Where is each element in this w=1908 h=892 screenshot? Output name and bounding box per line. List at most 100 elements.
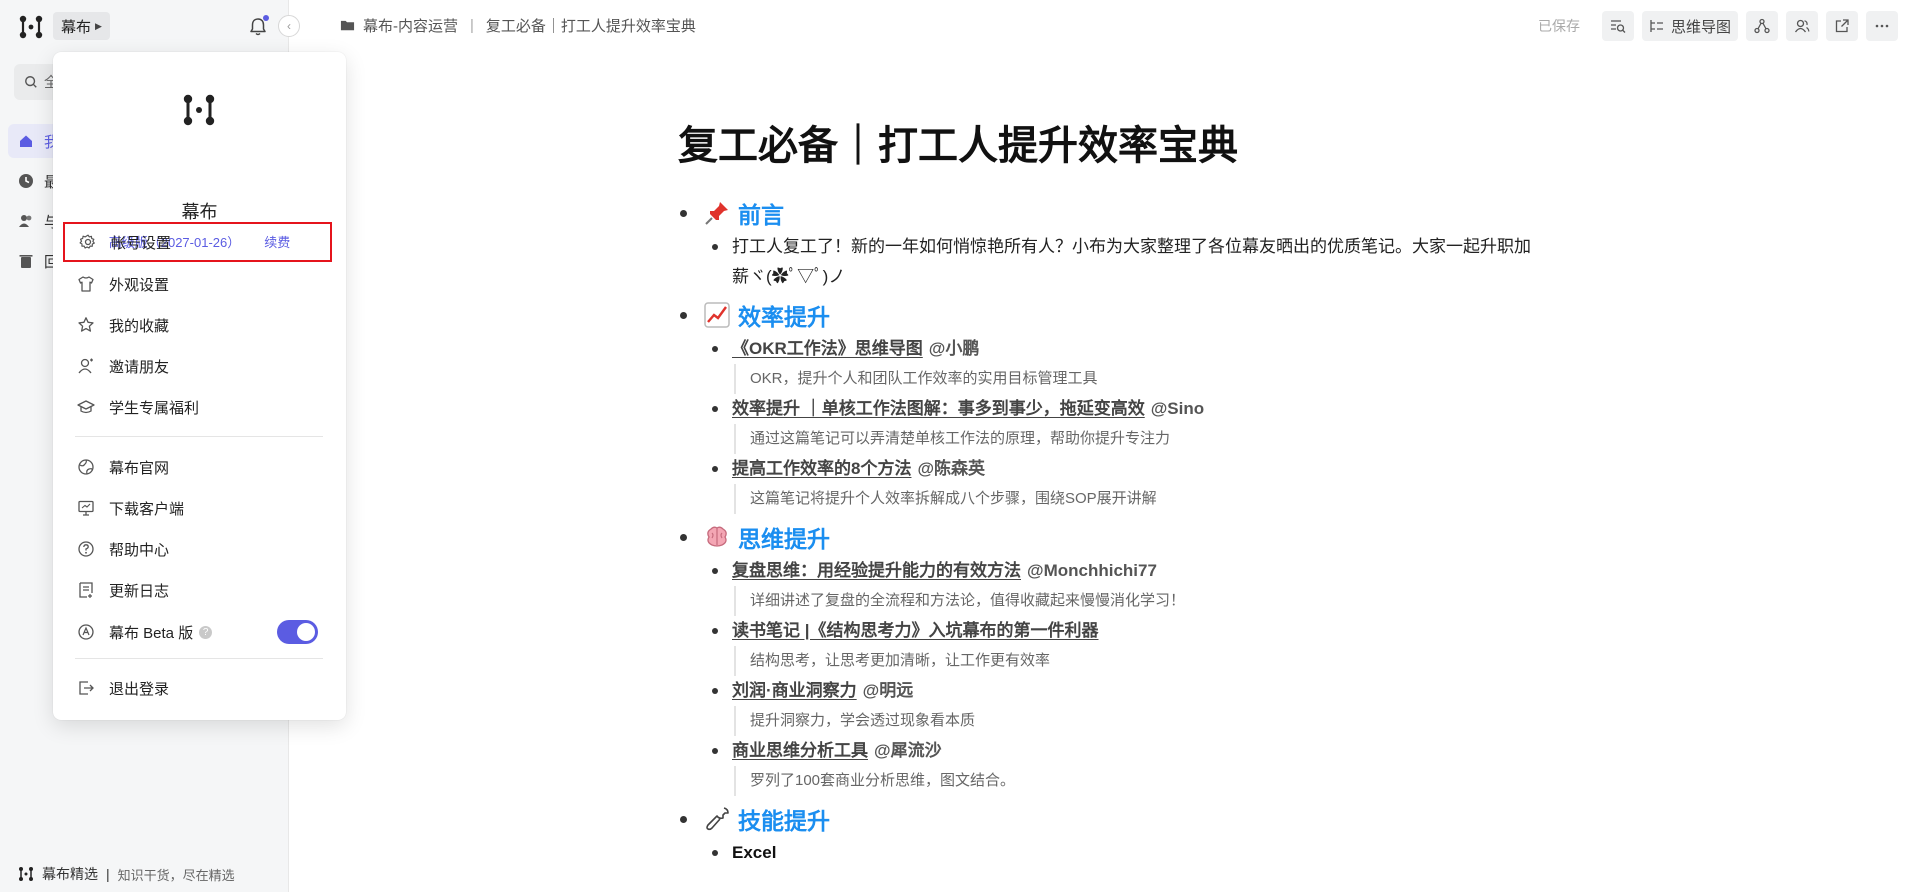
breadcrumb-folder[interactable]: 幕布-内容运营 [363, 15, 458, 36]
footer-brand: 幕布精选 [42, 866, 98, 882]
users-icon [1794, 19, 1810, 33]
list-item[interactable]: 商业思维分析工具 @犀流沙 罗列了100套商业分析思维，图文结合。 [678, 736, 1558, 796]
external-link-icon [1835, 19, 1849, 33]
entry-author[interactable]: @Sino [1151, 399, 1204, 418]
outline-search-button[interactable] [1601, 11, 1634, 41]
list-item[interactable]: 读书笔记 |《结构思考力》入坑幕布的第一件利器 结构思考，让思考更加清晰，让工作… [678, 616, 1558, 676]
section-thinking: 思维提升 复盘思维：用经验提升能力的有效方法 @Monchhichi77 详细讲述… [678, 518, 1558, 796]
menu-item-download-client[interactable]: 下载客户端 [63, 488, 332, 528]
workspace-switcher[interactable]: 幕布 ▶ [53, 12, 110, 40]
find-in-doc-icon [1610, 20, 1626, 33]
mindmap-button[interactable]: 思维导图 [1641, 11, 1738, 41]
share-users-button[interactable] [1786, 11, 1818, 41]
breadcrumb: 幕布-内容运营 | 复工必备｜打工人提升效率宝典 [340, 15, 696, 36]
menu-item-beta: 幕布 Beta 版 ? [63, 612, 332, 652]
menu-item-favorites[interactable]: 我的收藏 [63, 305, 332, 345]
mubu-logo-icon[interactable] [18, 14, 44, 40]
menu-divider [75, 436, 323, 437]
entry-note: 提升洞察力，学会透过现象看本质 [734, 706, 1558, 736]
entry-note: 详细讲述了复盘的全流程和方法论，值得收藏起来慢慢消化学习！ [734, 586, 1558, 616]
list-item[interactable]: Excel [678, 838, 1558, 868]
entry-link[interactable]: 提高工作效率的8个方法 [732, 459, 911, 478]
menu-divider [75, 658, 323, 659]
entry-author[interactable]: @犀流沙 [874, 741, 942, 760]
gear-icon [79, 234, 95, 249]
section-heading[interactable]: 思维提升 [678, 518, 1558, 556]
entry-author[interactable]: @陈森英 [917, 459, 985, 478]
list-item[interactable]: 《OKR工作法》思维导图 @小鹏 OKR，提升个人和团队工作效率的实用目标管理工具 [678, 334, 1558, 394]
save-status: 已保存 [1537, 18, 1580, 34]
entry-link[interactable]: 读书笔记 |《结构思考力》入坑幕布的第一件利器 [732, 621, 1098, 640]
breadcrumb-separator: | [470, 17, 474, 34]
menu-item-label: 帐号设置 [111, 234, 172, 252]
menu-item-official-site[interactable]: 幕布官网 [63, 447, 332, 487]
folder-icon [340, 20, 355, 31]
sidebar-footer[interactable]: 幕布精选 | 知识干货，尽在精选 [18, 864, 235, 884]
section-heading-text: 前言 [738, 202, 784, 228]
menu-item-changelog[interactable]: 更新日志 [63, 570, 332, 610]
entry-link[interactable]: 商业思维分析工具 [732, 741, 868, 760]
collapse-sidebar-button[interactable]: ‹ [278, 15, 300, 37]
intro-paragraph[interactable]: 打工人复工了！新的一年如何悄惊艳所有人？小布为大家整理了各位幕友晒出的优质笔记。… [678, 232, 1538, 292]
account-menu: 幕布 高级版（2027-01-26） 续费 帐号设置 外观设置 我的收藏 邀请朋友… [53, 52, 346, 720]
search-icon [25, 76, 37, 88]
document: 复工必备｜打工人提升效率宝典 前言 打工人复工了！新的一年如何悄惊艳所有人？小布… [678, 118, 1558, 872]
network-icon [1754, 18, 1770, 34]
more-button[interactable] [1866, 11, 1898, 41]
beta-toggle[interactable] [277, 620, 318, 644]
entry-heading: Excel [732, 843, 777, 862]
entry-link[interactable]: 《OKR工作法》思维导图 [732, 339, 923, 358]
clock-icon [19, 174, 33, 188]
shirt-icon [78, 276, 94, 292]
section-intro: 前言 打工人复工了！新的一年如何悄惊艳所有人？小布为大家整理了各位幕友晒出的优质… [678, 194, 1558, 292]
menu-item-label: 幕布 Beta 版 [109, 624, 194, 642]
menu-item-help-center[interactable]: 帮助中心 [63, 529, 332, 569]
menu-item-appearance[interactable]: 外观设置 [63, 264, 332, 304]
beta-info-icon[interactable]: ? [199, 625, 213, 639]
list-item[interactable]: 复盘思维：用经验提升能力的有效方法 @Monchhichi77 详细讲述了复盘的全… [678, 556, 1558, 616]
entry-note: 结构思考，让思考更加清晰，让工作更有效率 [734, 646, 1558, 676]
beta-icon [78, 624, 94, 640]
list-item[interactable]: 提高工作效率的8个方法 @陈森英 这篇笔记将提升个人效率拆解成八个步骤，围绕SOP… [678, 454, 1558, 514]
menu-item-label: 退出登录 [109, 680, 170, 698]
entry-note: 这篇笔记将提升个人效率拆解成八个步骤，围绕SOP展开讲解 [734, 484, 1558, 514]
entry-note: 罗列了100套商业分析思维，图文结合。 [734, 766, 1558, 796]
menu-item-label: 帮助中心 [109, 541, 170, 559]
menu-user-name: 幕布 [181, 202, 218, 222]
entry-note: 通过这篇笔记可以弄清楚单核工作法的原理，帮助你提升专注力 [734, 424, 1558, 454]
section-heading[interactable]: 效率提升 [678, 296, 1558, 334]
section-heading-text: 效率提升 [738, 304, 830, 330]
menu-item-account-settings[interactable]: 帐号设置 [63, 222, 332, 262]
menu-item-logout[interactable]: 退出登录 [63, 668, 332, 708]
collaboration-button[interactable] [1746, 11, 1778, 41]
more-horizontal-icon [1875, 24, 1889, 28]
list-item[interactable]: 效率提升 ｜单核工作法图解：事多到事少，拖延变高效 @Sino 通过这篇笔记可以弄… [678, 394, 1558, 454]
menu-item-student-benefits[interactable]: 学生专属福利 [63, 387, 332, 427]
monitor-icon [78, 500, 94, 516]
share-link-button[interactable] [1826, 11, 1858, 41]
entry-link[interactable]: 复盘思维：用经验提升能力的有效方法 [732, 561, 1021, 580]
trash-icon [19, 255, 33, 268]
logout-icon [79, 681, 94, 695]
entry-author[interactable]: @明远 [863, 681, 914, 700]
mindmap-label: 思维导图 [1670, 18, 1731, 36]
entry-author[interactable]: @小鹏 [929, 339, 980, 358]
section-skills: 技能提升 Excel [678, 800, 1558, 868]
home-icon [20, 135, 32, 147]
menu-item-invite-friends[interactable]: 邀请朋友 [63, 346, 332, 386]
breadcrumb-document[interactable]: 复工必备｜打工人提升效率宝典 [486, 15, 696, 36]
wrench-icon [706, 807, 729, 831]
caret-right-icon: ▶ [95, 20, 102, 31]
topbar: 幕布-内容运营 | 复工必备｜打工人提升效率宝典 已保存 思维导图 [290, 0, 1908, 50]
menu-item-label: 更新日志 [109, 582, 170, 600]
list-item[interactable]: 刘润·商业洞察力 @明远 提升洞察力，学会透过现象看本质 [678, 676, 1558, 736]
section-heading[interactable]: 前言 [678, 194, 1558, 232]
entry-link[interactable]: 刘润·商业洞察力 [732, 681, 857, 700]
entry-link[interactable]: 效率提升 ｜单核工作法图解：事多到事少，拖延变高效 [732, 399, 1145, 418]
document-title[interactable]: 复工必备｜打工人提升效率宝典 [678, 118, 1558, 174]
section-heading[interactable]: 技能提升 [678, 800, 1558, 838]
menu-item-label: 幕布官网 [109, 459, 170, 477]
invite-icon [78, 358, 93, 374]
entry-author[interactable]: @Monchhichi77 [1027, 561, 1157, 580]
notification-button[interactable] [247, 15, 269, 38]
